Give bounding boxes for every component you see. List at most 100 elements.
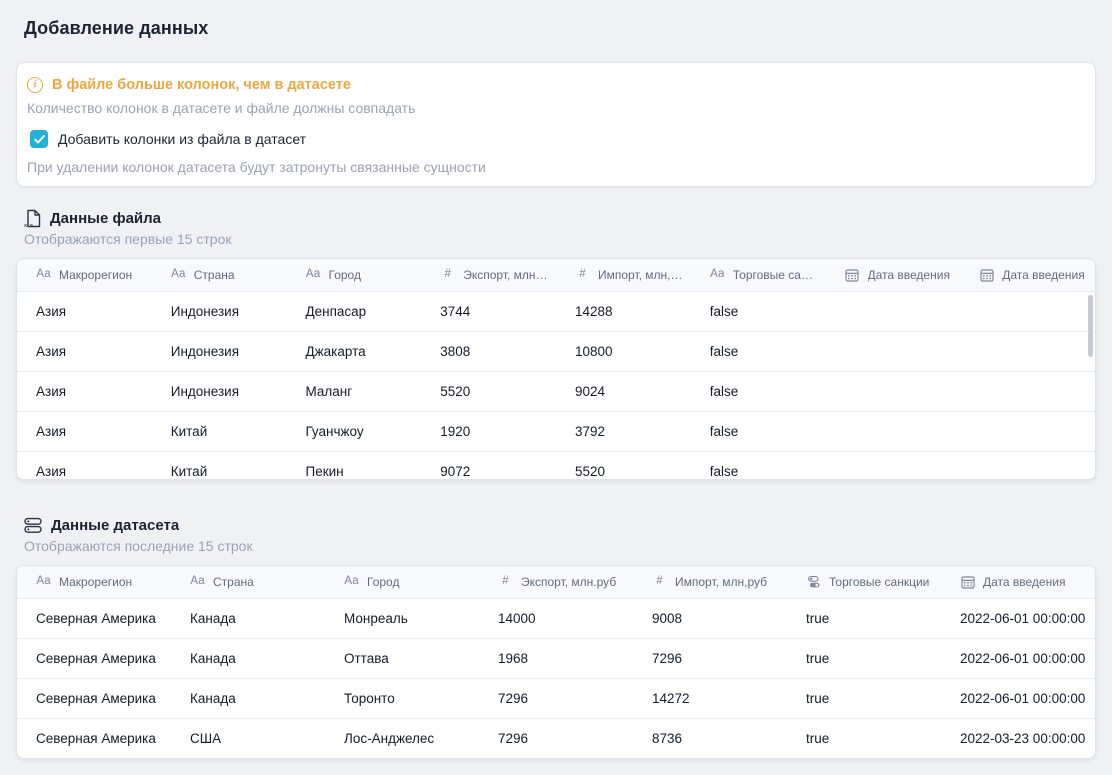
- table-cell: Северная Америка: [17, 731, 171, 746]
- warning-subtitle: Количество колонок в датасете и файле до…: [27, 100, 1085, 117]
- add-columns-checkbox-row[interactable]: Добавить колонки из файла в датасет: [30, 127, 1085, 151]
- table-cell: 2022-06-01 00:00:00: [941, 651, 1095, 666]
- table-cell: Оттава: [325, 651, 479, 666]
- toggle-type-icon: [806, 575, 821, 589]
- table-cell: 9024: [556, 384, 691, 399]
- table-cell: false: [691, 464, 826, 479]
- text-type-icon: Аа: [306, 269, 321, 281]
- table-row: Северная АмерикаКанадаТоронто729614272tr…: [17, 678, 1095, 718]
- table-cell: Канада: [171, 651, 325, 666]
- table-cell: Китай: [152, 464, 287, 479]
- column-header: Дата введения: [826, 268, 961, 282]
- column-label: Макрорегион: [59, 575, 138, 589]
- table-row: Северная АмерикаСШАЛос-Анджелес72968736t…: [17, 718, 1095, 758]
- column-header: АаСтрана: [152, 268, 287, 282]
- table-cell: 9072: [421, 464, 556, 479]
- table-cell: Азия: [17, 424, 152, 439]
- table-cell: 10800: [556, 344, 691, 359]
- table-cell: 9008: [633, 611, 787, 626]
- table-cell: 8736: [633, 731, 787, 746]
- table-row: Северная АмерикаКанадаОттава19687296true…: [17, 638, 1095, 678]
- table-cell: Монреаль: [325, 611, 479, 626]
- text-type-icon: Аа: [36, 269, 51, 281]
- checkbox-checked-icon[interactable]: [30, 130, 48, 148]
- file-section-title: Данные файла: [50, 210, 161, 227]
- table-cell: 7296: [633, 651, 787, 666]
- table-cell: true: [787, 651, 941, 666]
- column-label: Город: [367, 575, 405, 589]
- warning-panel: i В файле больше колонок, чем в датасете…: [16, 62, 1096, 187]
- table-cell: Пекин: [287, 464, 422, 479]
- file-data-table: АаМакрорегионАаСтранаАаГород # Экспорт, мл…: [16, 258, 1096, 480]
- column-header: Дата введения: [960, 268, 1095, 282]
- text-type-icon: Аа: [36, 576, 51, 588]
- column-label: Экспорт, млн.руб: [463, 268, 556, 282]
- column-label: Экспорт, млн.руб: [521, 575, 622, 589]
- table-cell: Индонезия: [152, 344, 287, 359]
- table-cell: 2022-06-01 00:00:00: [941, 691, 1095, 706]
- xls-file-icon: XLS: [24, 209, 41, 228]
- table-cell: США: [171, 731, 325, 746]
- table-cell: 5520: [421, 384, 556, 399]
- column-label: Дата введения: [1002, 268, 1090, 282]
- table-cell: 5520: [556, 464, 691, 479]
- file-section-header: XLS Данные файла: [24, 207, 1096, 229]
- table-cell: 2022-06-01 00:00:00: [941, 611, 1095, 626]
- table-cell: Джакарта: [287, 344, 422, 359]
- number-type-icon: #: [440, 269, 455, 281]
- column-header: АаСтрана: [171, 575, 325, 589]
- table-vertical-scrollbar[interactable]: [1088, 295, 1093, 357]
- column-label: Дата введения: [983, 575, 1071, 589]
- table-cell: false: [691, 304, 826, 319]
- table-header-row: АаМакрорегионАаСтранаАаГород # Экспорт, мл…: [17, 259, 1095, 291]
- table-cell: Азия: [17, 464, 152, 479]
- calendar-icon: [960, 575, 975, 589]
- table-cell: Торонто: [325, 691, 479, 706]
- column-header: # Экспорт, млн.руб: [421, 268, 556, 282]
- table-row: АзияИндонезияМаланг55209024false: [17, 371, 1095, 411]
- table-cell: 1968: [479, 651, 633, 666]
- column-label: Страна: [213, 575, 260, 589]
- table-cell: Канада: [171, 611, 325, 626]
- column-header: АаМакрорегион: [17, 268, 152, 282]
- dataset-section-subtitle: Отображаются последние 15 строк: [24, 538, 1096, 555]
- number-type-icon: #: [575, 269, 590, 281]
- column-label: Торговые санкции: [829, 575, 935, 589]
- dataset-data-table: Аа Макрорегион АаСтрана Аа Город #Экспорт, мл…: [16, 565, 1096, 759]
- table-cell: true: [787, 691, 941, 706]
- calendar-icon: [845, 268, 860, 282]
- column-header: АаТорговые санкц...: [691, 268, 826, 282]
- table-cell: Гуанчжоу: [287, 424, 422, 439]
- table-cell: false: [691, 384, 826, 399]
- column-header: # Импорт, млн,руб: [556, 268, 691, 282]
- database-icon: [24, 517, 42, 534]
- column-header: #Экспорт, млн.руб: [479, 575, 633, 589]
- warning-note: При удалении колонок датасета будут затр…: [27, 159, 1085, 176]
- table-cell: Азия: [17, 344, 152, 359]
- add-data-page: Добавление данных i В файле больше колон…: [0, 0, 1112, 775]
- column-label: Импорт, млн,руб: [598, 268, 691, 282]
- table-row: АзияКитайПекин90725520false: [17, 451, 1095, 480]
- text-type-icon: Аа: [171, 269, 186, 281]
- table-cell: Северная Америка: [17, 691, 171, 706]
- table-cell: 7296: [479, 691, 633, 706]
- dataset-section-header: Данные датасета: [24, 514, 1096, 536]
- table-row: АзияИндонезияДенпасар374414288false: [17, 291, 1095, 331]
- text-type-icon: Аа: [344, 576, 359, 588]
- checkbox-label: Добавить колонки из файла в датасет: [58, 131, 306, 147]
- column-header: АаГород: [287, 268, 422, 282]
- table-cell: 14288: [556, 304, 691, 319]
- table-cell: 3792: [556, 424, 691, 439]
- table-cell: Азия: [17, 384, 152, 399]
- column-label: Дата введения: [868, 268, 956, 282]
- table-row: АзияИндонезияДжакарта380810800false: [17, 331, 1095, 371]
- table-cell: false: [691, 344, 826, 359]
- warning-title: В файле больше колонок, чем в датасете: [52, 77, 351, 93]
- column-header: Аа Город: [325, 575, 479, 589]
- table-cell: 7296: [479, 731, 633, 746]
- table-cell: 3744: [421, 304, 556, 319]
- table-cell: Северная Америка: [17, 651, 171, 666]
- table-cell: 2022-03-23 00:00:00: [941, 731, 1095, 746]
- dataset-data-section: Данные датасета Отображаются последние 1…: [16, 514, 1096, 759]
- table-cell: Китай: [152, 424, 287, 439]
